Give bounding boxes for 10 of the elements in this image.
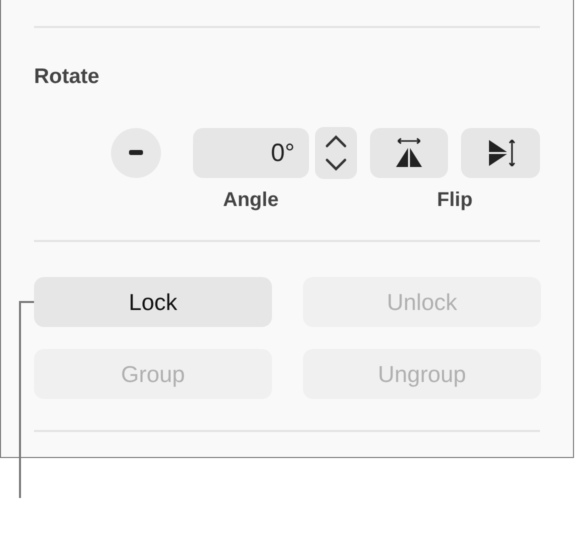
action-button[interactable]: Lock xyxy=(34,277,272,327)
angle-field[interactable]: 0° xyxy=(192,128,309,178)
rotate-knob[interactable] xyxy=(111,128,161,178)
angle-label: Angle xyxy=(223,189,279,211)
knob-indicator-icon xyxy=(128,150,143,156)
flip-horizontal-button[interactable] xyxy=(370,128,448,178)
angle-stepper[interactable] xyxy=(314,127,357,179)
flip-label: Flip xyxy=(437,189,473,211)
flip-vertical-button[interactable] xyxy=(461,128,540,178)
section-title: Rotate xyxy=(34,64,100,90)
